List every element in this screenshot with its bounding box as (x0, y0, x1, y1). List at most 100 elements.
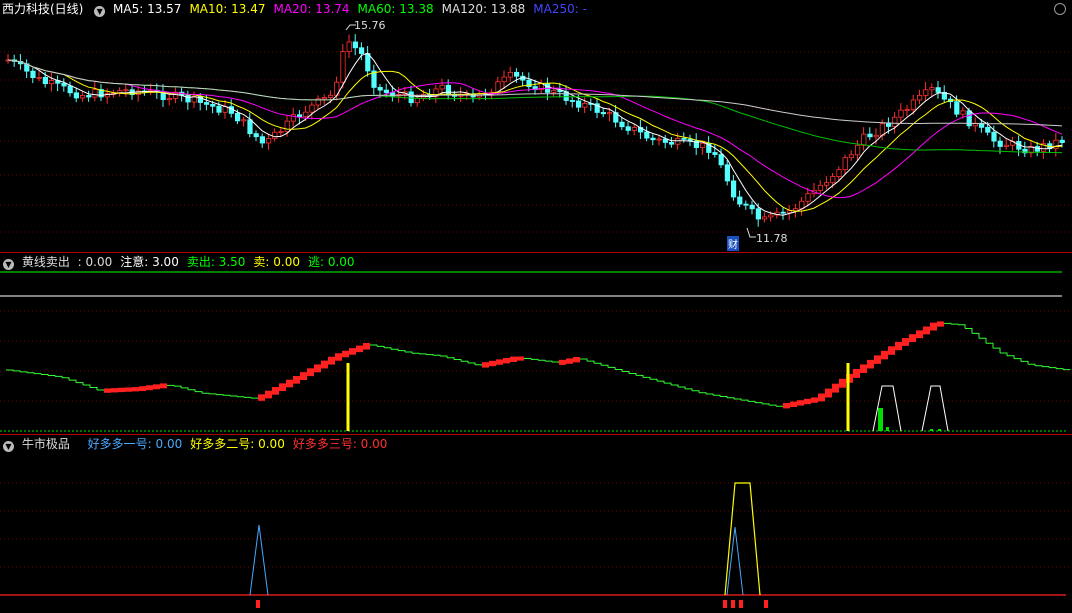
falling-step (195, 391, 203, 394)
falling-step (727, 397, 735, 399)
falling-step (986, 342, 994, 349)
candle-body (607, 112, 613, 115)
green-bar (878, 408, 883, 431)
rising-step (930, 322, 937, 331)
indicator1-chart[interactable] (0, 253, 1072, 434)
legend-item: MA10: 13.47 (189, 2, 266, 16)
falling-step (601, 364, 609, 368)
rising-step (832, 383, 839, 393)
falling-step (580, 358, 588, 362)
rising-step (923, 326, 930, 335)
finance-badge[interactable]: 财 (727, 236, 739, 251)
falling-step (426, 354, 434, 356)
falling-step (629, 372, 637, 376)
falling-step (237, 396, 245, 398)
indicator2-pane[interactable]: ▼ 牛市极品 好多多一号: 0.00 好多多二号: 0.00 好多多三号: 0.00 (0, 435, 1072, 613)
rising-step (517, 356, 524, 361)
indicator1-pane[interactable]: ▼ 黄线卖出 : 0.00 注意: 3.00 卖出: 3.50 卖: 0.00 逃: 0… (0, 253, 1072, 434)
legend-item: MA60: 13.38 (357, 2, 434, 16)
collapse-icon[interactable]: ▼ (94, 6, 106, 17)
rising-step (335, 353, 342, 361)
falling-step (475, 364, 483, 366)
falling-step (692, 390, 700, 393)
candle-body (923, 89, 929, 96)
candle-body (824, 182, 830, 186)
main-header: 西力科技(日线) ▼ MA5: 13.57 MA10: 13.47 MA20: 13… (0, 0, 599, 18)
candle-body (768, 214, 774, 218)
candle-body (253, 133, 259, 138)
rising-step (300, 372, 307, 380)
falling-step (76, 382, 84, 386)
falling-step (594, 362, 602, 366)
rising-step (160, 383, 167, 389)
candlestick-pane[interactable]: 西力科技(日线) ▼ MA5: 13.57 MA10: 13.47 MA20: 13… (0, 0, 1072, 252)
indicator2-chart[interactable] (0, 435, 1072, 613)
falling-step (643, 376, 651, 380)
candle-body (383, 89, 390, 94)
indicator2-name: 牛市极品 (21, 437, 70, 451)
rising-step (258, 394, 265, 401)
candle-body (848, 154, 855, 159)
candle-body (278, 131, 284, 134)
falling-step (461, 360, 469, 363)
candle-body (861, 133, 867, 146)
indicator1-name: 黄线卖出 (21, 255, 70, 269)
candle-body (185, 94, 191, 103)
candle-body (408, 91, 414, 104)
legend-item: 卖: 0.00 (253, 255, 300, 269)
falling-step (27, 372, 35, 374)
candle-body (644, 131, 650, 139)
candle-body (805, 193, 811, 202)
candle-body (724, 164, 731, 182)
falling-step (965, 328, 973, 334)
candlestick-chart[interactable] (0, 0, 1072, 252)
falling-step (972, 332, 980, 339)
candle-body (867, 133, 873, 138)
collapse-icon[interactable]: ▼ (3, 441, 14, 452)
candle-body (960, 110, 966, 115)
falling-step (748, 400, 756, 403)
candle-body (904, 109, 910, 112)
rising-step (860, 364, 867, 373)
candle-body (210, 103, 216, 107)
candle-body (36, 77, 42, 79)
candle-body (514, 71, 520, 77)
rising-step (482, 362, 489, 368)
rising-step (804, 398, 811, 405)
falling-step (384, 347, 392, 350)
falling-step (55, 375, 63, 378)
falling-step (1007, 355, 1015, 359)
falling-step (48, 374, 56, 377)
rising-step (132, 387, 139, 392)
legend-item: MA250: - (533, 2, 587, 16)
candle-body (873, 134, 879, 138)
candle-body (259, 136, 266, 144)
candle-body (73, 92, 79, 99)
falling-step (83, 384, 91, 388)
candle-body (669, 142, 675, 145)
rising-step (349, 348, 356, 355)
falling-step (944, 322, 952, 325)
legend-item: MA20: 13.74 (273, 2, 350, 16)
falling-step (1035, 365, 1043, 367)
ma-line (7, 59, 1063, 154)
candle-body (61, 82, 67, 87)
candle-body (631, 127, 638, 131)
candle-body (892, 116, 898, 127)
collapse-icon[interactable]: ▼ (3, 259, 14, 270)
white-peak (921, 385, 949, 432)
candle-body (836, 169, 842, 177)
candle-body (340, 51, 346, 83)
falling-step (433, 354, 441, 356)
falling-step (230, 395, 238, 397)
rising-step (811, 397, 818, 403)
rising-step (888, 346, 895, 355)
falling-step (69, 379, 77, 383)
candle-body (625, 126, 631, 131)
candle-body (234, 112, 241, 122)
falling-step (958, 324, 966, 329)
candle-body (886, 123, 892, 127)
candle-body (569, 100, 576, 102)
rising-step (916, 330, 923, 339)
candle-body (793, 208, 799, 212)
